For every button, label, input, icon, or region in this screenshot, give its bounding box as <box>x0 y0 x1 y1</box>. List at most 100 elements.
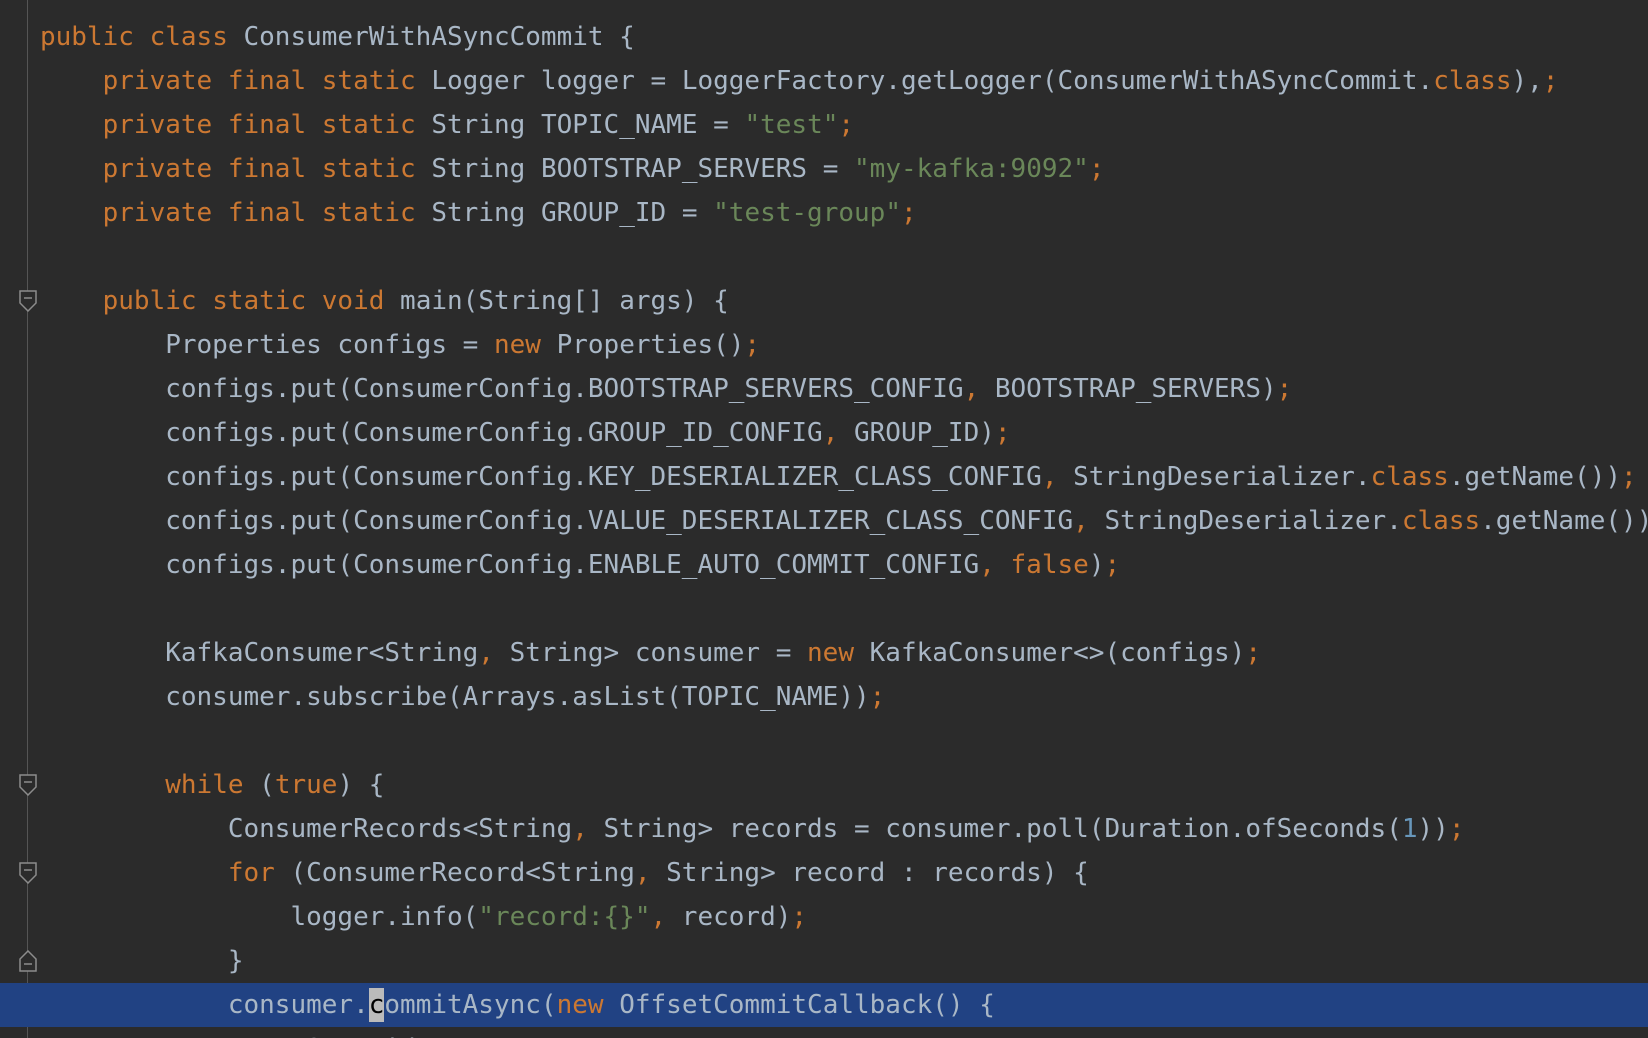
code-token: public <box>40 22 150 52</box>
code-token: , <box>572 814 604 844</box>
code-token: "test" <box>744 110 839 140</box>
code-line-8[interactable]: Properties configs = new Properties(); <box>0 323 1648 367</box>
code-line-text: configs.put(ConsumerConfig.KEY_DESERIALI… <box>40 462 1636 492</box>
code-line-20[interactable]: for (ConsumerRecord<String, String> reco… <box>0 851 1648 895</box>
code-token: 1 <box>1401 814 1418 844</box>
code-line-9[interactable]: configs.put(ConsumerConfig. BOOTSTRAP_SER… <box>0 367 1648 411</box>
code-line-5[interactable]: private final static String GROUP_ID = "… <box>0 191 1648 235</box>
code-editor[interactable]: public class ConsumerWithASyncCommit { p… <box>0 0 1648 1038</box>
code-token: configs.put(ConsumerConfig. <box>40 462 588 492</box>
code-line-text: Properties configs = new Properties(); <box>40 330 760 360</box>
code-line-text: consumer.subscribe(Arrays.asList(TOPIC_N… <box>40 682 885 712</box>
code-line-text: private final static Logger logger = Log… <box>40 66 1559 96</box>
code-token: class <box>1401 506 1481 536</box>
code-line-6[interactable] <box>0 235 1648 279</box>
code-token: ) <box>979 418 995 448</box>
code-token: , <box>650 902 682 932</box>
code-line-7[interactable]: public static void main(String[] args) { <box>0 279 1648 323</box>
code-line-15[interactable]: KafkaConsumer<String, String> consumer =… <box>0 631 1648 675</box>
code-line-23[interactable]: consumer.commitAsync(new OffsetCommitCal… <box>0 983 1648 1027</box>
code-line-text: @Override <box>40 1034 431 1038</box>
code-token: consumer. <box>40 990 369 1020</box>
code-line-text: ConsumerRecords<String, String> records … <box>40 814 1465 844</box>
code-token: ( <box>1386 814 1402 844</box>
code-token: = <box>697 110 745 140</box>
code-token: , <box>963 374 995 404</box>
code-token: ; <box>994 418 1011 448</box>
code-token: .getName()) <box>1448 462 1622 492</box>
code-token: ENABLE_AUTO_COMMIT_CONFIG <box>587 550 980 580</box>
code-token: while <box>165 770 260 800</box>
code-line-3[interactable]: private final static String TOPIC_NAME =… <box>0 103 1648 147</box>
code-line-22[interactable]: } <box>0 939 1648 983</box>
code-line-2[interactable]: private final static Logger logger = Log… <box>0 59 1648 103</box>
code-token: (ConsumerRecord<String <box>290 858 635 888</box>
code-line-text: while (true) { <box>40 770 384 800</box>
code-line-17[interactable] <box>0 719 1648 763</box>
code-line-10[interactable]: configs.put(ConsumerConfig.GROUP_ID_CONF… <box>0 411 1648 455</box>
code-line-text: consumer.commitAsync(new OffsetCommitCal… <box>40 988 995 1022</box>
code-token: Logger logger = LoggerFactory. <box>431 66 901 96</box>
code-token: ommitAsync( <box>384 990 557 1020</box>
code-token: "record:{}" <box>478 902 651 932</box>
code-token: "test-group" <box>713 198 901 228</box>
code-token: new <box>493 330 557 360</box>
code-line-13[interactable]: configs.put(ConsumerConfig.ENABLE_AUTO_C… <box>0 543 1648 587</box>
code-line-text: public class ConsumerWithASyncCommit { <box>40 22 635 52</box>
code-token: BOOTSTRAP_SERVERS <box>994 374 1261 404</box>
code-line-text: configs.put(ConsumerConfig. BOOTSTRAP_SER… <box>40 374 1292 404</box>
code-token: ; <box>869 682 886 712</box>
code-token: configs.put(ConsumerConfig. <box>40 374 588 404</box>
code-area[interactable]: public class ConsumerWithASyncCommit { p… <box>0 15 1648 1038</box>
code-line-12[interactable]: configs.put(ConsumerConfig.VALUE_DESERIA… <box>0 499 1648 543</box>
code-line-1[interactable]: public class ConsumerWithASyncCommit { <box>0 15 1648 59</box>
code-line-text: configs.put(ConsumerConfig.GROUP_ID_CONF… <box>40 418 1011 448</box>
code-line-4[interactable]: private final static String BOOTSTRAP_SE… <box>0 147 1648 191</box>
code-token: KafkaConsumer<String <box>40 638 479 668</box>
code-line-text: for (ConsumerRecord<String, String> reco… <box>40 858 1089 888</box>
code-token: = <box>807 154 855 184</box>
code-token: ; <box>1088 154 1105 184</box>
code-token: private final static <box>102 198 432 228</box>
code-token: ; <box>791 902 808 932</box>
code-token: )) <box>838 682 870 712</box>
code-token: String <box>431 110 541 140</box>
code-token: configs.put(ConsumerConfig. <box>40 550 588 580</box>
code-token: } <box>40 946 244 976</box>
code-line-14[interactable] <box>0 587 1648 631</box>
code-line-11[interactable]: configs.put(ConsumerConfig.KEY_DESERIALI… <box>0 455 1648 499</box>
code-token: new <box>807 638 870 668</box>
code-token: @Override <box>290 1034 431 1038</box>
code-token: String> records = consumer.poll(Duration… <box>603 814 1246 844</box>
code-token: configs.put(ConsumerConfig. <box>40 506 588 536</box>
code-token: ) { <box>337 770 385 800</box>
code-token: String> consumer = <box>509 638 808 668</box>
code-token: String> record : records) { <box>666 858 1089 888</box>
code-token: StringDeserializer. <box>1073 462 1371 492</box>
code-line-18[interactable]: while (true) { <box>0 763 1648 807</box>
code-token: ; <box>1104 550 1121 580</box>
code-token: ) <box>1088 550 1105 580</box>
code-token: ofSeconds <box>1245 814 1387 844</box>
code-token: KEY_DESERIALIZER_CLASS_CONFIG <box>587 462 1042 492</box>
code-line-text: private final static String TOPIC_NAME =… <box>40 110 854 140</box>
code-token: private final static <box>102 66 432 96</box>
code-token: GROUP_ID <box>854 418 980 448</box>
code-token: consumer.subscribe(Arrays. <box>40 682 573 712</box>
code-token: ; <box>1542 66 1559 96</box>
code-line-21[interactable]: logger.info("record:{}", record); <box>0 895 1648 939</box>
code-token: ; <box>744 330 761 360</box>
code-line-24[interactable]: @Override <box>0 1027 1648 1038</box>
code-token: .info( <box>384 902 479 932</box>
code-token: ; <box>1245 638 1261 668</box>
code-token: TOPIC_NAME <box>681 682 839 712</box>
code-token: false <box>1010 550 1089 580</box>
code-token: Properties configs = <box>40 330 494 360</box>
code-token: ( <box>259 770 275 800</box>
code-token: , <box>822 418 854 448</box>
code-line-19[interactable]: ConsumerRecords<String, String> records … <box>0 807 1648 851</box>
code-line-16[interactable]: consumer.subscribe(Arrays.asList(TOPIC_N… <box>0 675 1648 719</box>
